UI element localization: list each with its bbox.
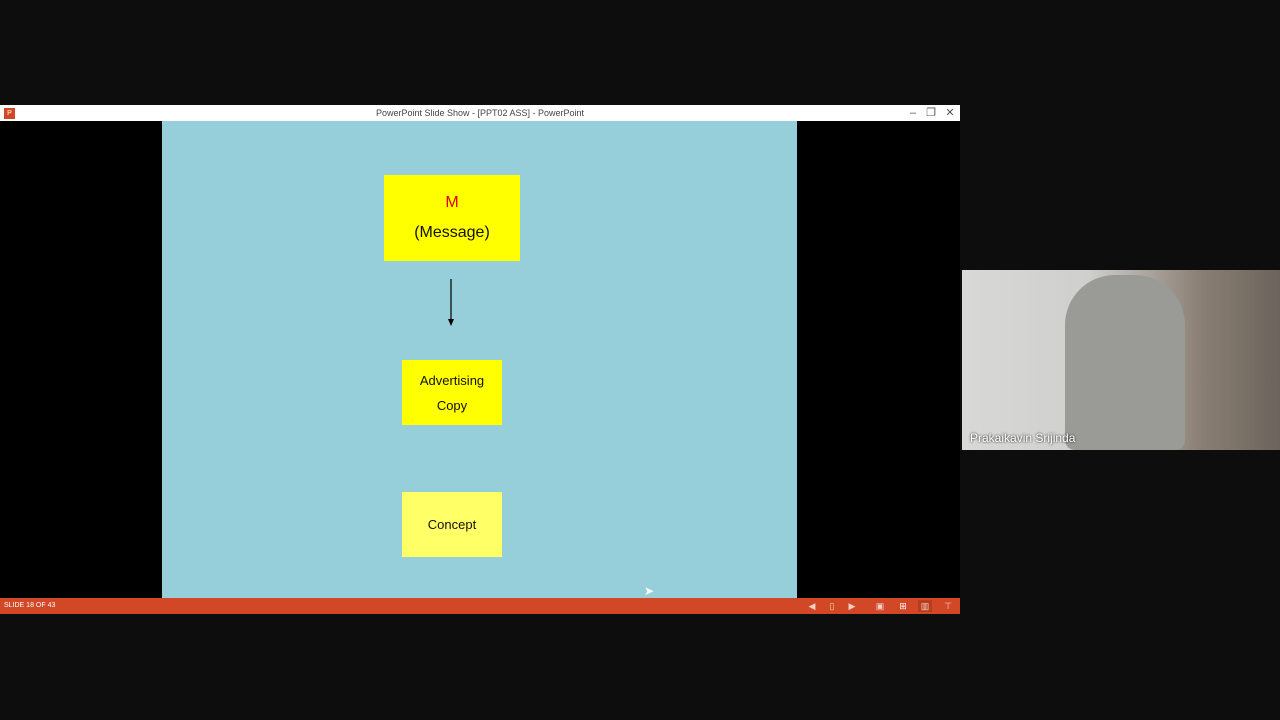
slide[interactable]: M (Message) Advertising Copy Concept bbox=[162, 121, 797, 598]
mouse-cursor-icon: ➤ bbox=[644, 584, 655, 598]
advertising-copy-line1: Advertising bbox=[419, 372, 485, 388]
reading-view-icon[interactable]: ▥ bbox=[918, 600, 932, 612]
normal-view-icon[interactable]: ▣ bbox=[873, 600, 887, 612]
slide-sorter-icon[interactable]: ⊞ bbox=[896, 600, 910, 612]
status-bar: SLIDE 18 OF 43 ◀ ▯ ▶ ▣ ⊞ ▥ ⊤ bbox=[0, 598, 960, 614]
advertising-copy-box: Advertising Copy bbox=[402, 360, 502, 425]
next-icon[interactable]: ▶ bbox=[845, 600, 859, 612]
advertising-copy-line2: Copy bbox=[436, 397, 468, 413]
concept-label: Concept bbox=[427, 517, 477, 532]
title-bar: P PowerPoint Slide Show - [PPT02 ASS] - … bbox=[0, 105, 960, 121]
notes-icon[interactable]: ▯ bbox=[825, 600, 839, 612]
previous-icon[interactable]: ◀ bbox=[805, 600, 819, 612]
participant-image bbox=[1065, 275, 1185, 450]
down-arrow bbox=[448, 279, 454, 326]
close-button[interactable]: ✕ bbox=[942, 105, 958, 121]
minimize-button[interactable]: – bbox=[905, 105, 921, 121]
slideshow-icon[interactable]: ⊤ bbox=[941, 600, 955, 612]
window-title: PowerPoint Slide Show - [PPT02 ASS] - Po… bbox=[375, 108, 585, 118]
participant-name: Prakaikavin Srijinda bbox=[970, 431, 1076, 445]
concept-box: Concept bbox=[402, 492, 502, 557]
powerpoint-icon: P bbox=[4, 108, 15, 119]
message-label: (Message) bbox=[414, 224, 490, 241]
slide-counter: SLIDE 18 OF 43 bbox=[4, 602, 56, 609]
message-box: M (Message) bbox=[384, 175, 520, 261]
restore-button[interactable]: ❐ bbox=[923, 105, 939, 121]
message-letter: M bbox=[445, 194, 459, 211]
